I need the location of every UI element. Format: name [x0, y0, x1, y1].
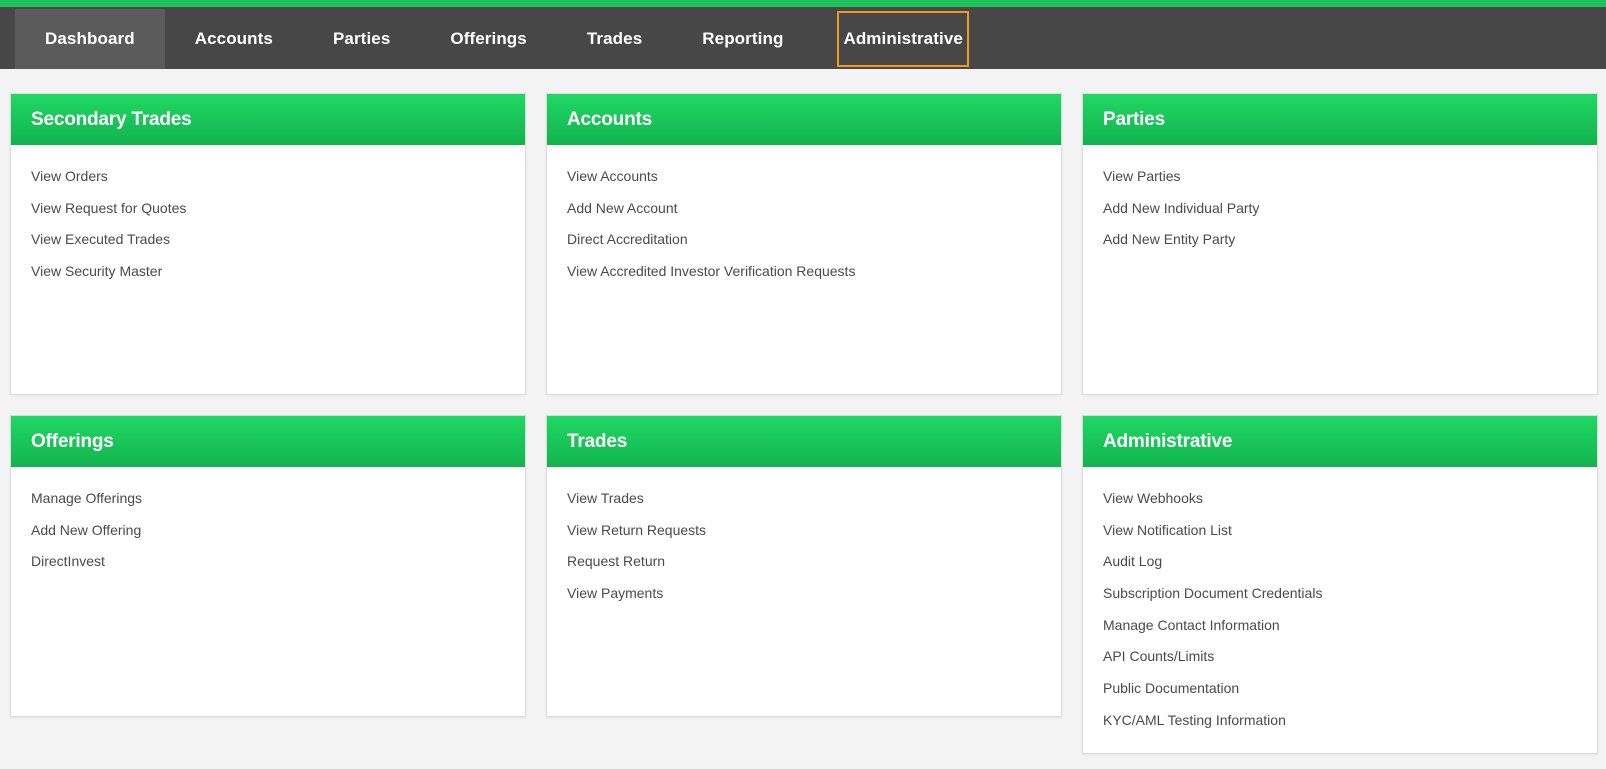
link-directinvest[interactable]: DirectInvest [31, 552, 505, 584]
panel-title: Offerings [11, 416, 525, 467]
nav-administrative[interactable]: Administrative [835, 9, 971, 69]
link-direct-accreditation[interactable]: Direct Accreditation [567, 230, 1041, 262]
panel-parties: Parties View Parties Add New Individual … [1082, 93, 1598, 395]
link-view-orders[interactable]: View Orders [31, 167, 505, 199]
link-kyc-aml-testing-information[interactable]: KYC/AML Testing Information [1103, 711, 1577, 743]
link-subscription-document-credentials[interactable]: Subscription Document Credentials [1103, 584, 1577, 616]
link-view-security-master[interactable]: View Security Master [31, 262, 505, 294]
nav-offerings[interactable]: Offerings [420, 9, 556, 69]
link-view-accounts[interactable]: View Accounts [567, 167, 1041, 199]
panel-links: Manage Offerings Add New Offering Direct… [11, 467, 525, 584]
link-view-accredited-investor-verification-requests[interactable]: View Accredited Investor Verification Re… [567, 262, 1041, 294]
panel-title: Parties [1083, 94, 1597, 145]
nav-trades[interactable]: Trades [557, 9, 672, 69]
panel-title: Accounts [547, 94, 1061, 145]
panel-title: Administrative [1083, 416, 1597, 467]
link-view-webhooks[interactable]: View Webhooks [1103, 489, 1577, 521]
panel-accounts: Accounts View Accounts Add New Account D… [546, 93, 1062, 395]
link-view-executed-trades[interactable]: View Executed Trades [31, 230, 505, 262]
panel-links: View Orders View Request for Quotes View… [11, 145, 525, 294]
nav-parties[interactable]: Parties [303, 9, 420, 69]
link-view-payments[interactable]: View Payments [567, 584, 1041, 616]
link-view-trades[interactable]: View Trades [567, 489, 1041, 521]
panel-links: View Parties Add New Individual Party Ad… [1083, 145, 1597, 262]
panel-offerings: Offerings Manage Offerings Add New Offer… [10, 415, 526, 717]
link-public-documentation[interactable]: Public Documentation [1103, 679, 1577, 711]
link-request-return[interactable]: Request Return [567, 552, 1041, 584]
link-view-notification-list[interactable]: View Notification List [1103, 521, 1577, 553]
link-manage-contact-information[interactable]: Manage Contact Information [1103, 616, 1577, 648]
panel-links: View Trades View Return Requests Request… [547, 467, 1061, 616]
nav-reporting[interactable]: Reporting [672, 9, 813, 69]
link-api-counts-limits[interactable]: API Counts/Limits [1103, 647, 1577, 679]
panel-links: View Accounts Add New Account Direct Acc… [547, 145, 1061, 294]
panel-secondary-trades: Secondary Trades View Orders View Reques… [10, 93, 526, 395]
link-add-new-offering[interactable]: Add New Offering [31, 521, 505, 553]
link-manage-offerings[interactable]: Manage Offerings [31, 489, 505, 521]
link-view-parties[interactable]: View Parties [1103, 167, 1577, 199]
panel-administrative: Administrative View Webhooks View Notifi… [1082, 415, 1598, 754]
link-add-new-entity-party[interactable]: Add New Entity Party [1103, 230, 1577, 262]
nav-accounts[interactable]: Accounts [165, 9, 303, 69]
link-view-return-requests[interactable]: View Return Requests [567, 521, 1041, 553]
main-nav: Dashboard Accounts Parties Offerings Tra… [15, 9, 971, 69]
top-navigation-bar: Dashboard Accounts Parties Offerings Tra… [0, 0, 1606, 69]
panel-title: Trades [547, 416, 1061, 467]
panel-links: View Webhooks View Notification List Aud… [1083, 467, 1597, 743]
link-add-new-account[interactable]: Add New Account [567, 199, 1041, 231]
link-add-new-individual-party[interactable]: Add New Individual Party [1103, 199, 1577, 231]
panel-trades: Trades View Trades View Return Requests … [546, 415, 1062, 717]
link-view-request-for-quotes[interactable]: View Request for Quotes [31, 199, 505, 231]
link-audit-log[interactable]: Audit Log [1103, 552, 1577, 584]
panel-title: Secondary Trades [11, 94, 525, 145]
nav-dashboard[interactable]: Dashboard [15, 9, 165, 69]
